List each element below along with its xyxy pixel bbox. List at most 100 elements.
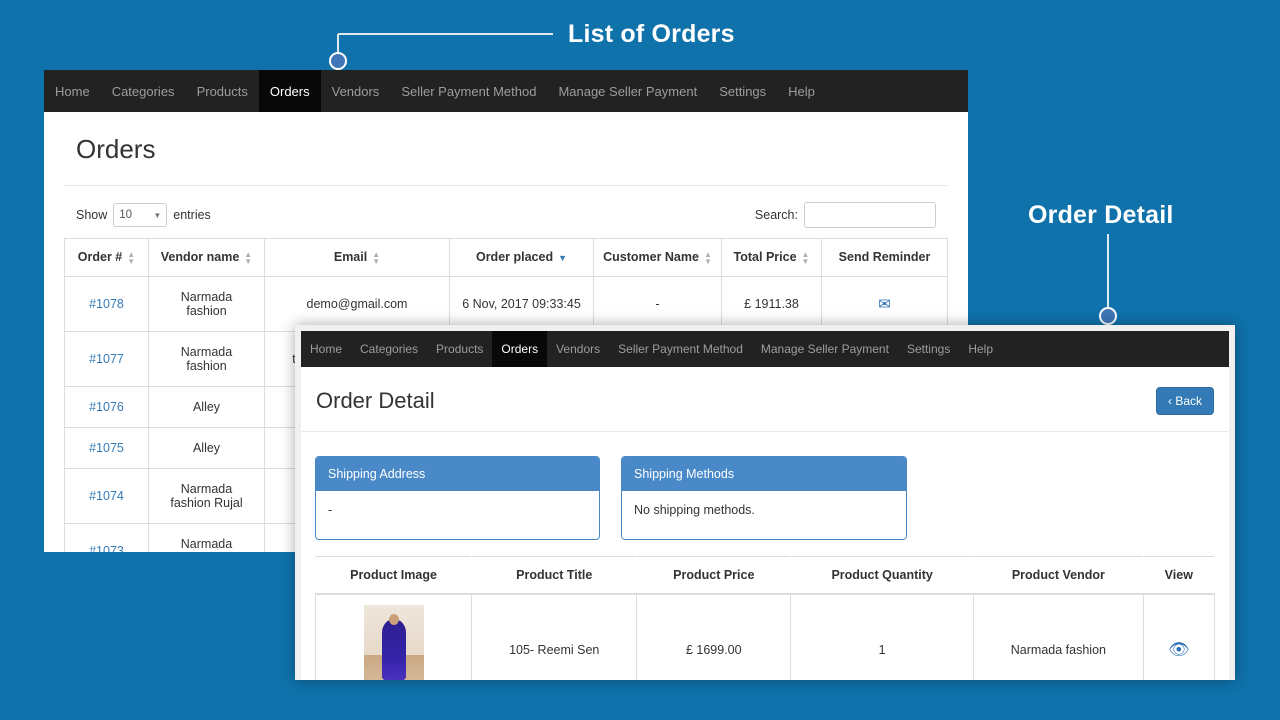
nav-item-settings[interactable]: Settings — [708, 70, 777, 112]
page-title: Orders — [64, 112, 948, 186]
product-col-product-quantity: Product Quantity — [790, 556, 975, 595]
nav-item-settings[interactable]: Settings — [898, 331, 959, 367]
product-col-product-price: Product Price — [636, 556, 792, 595]
eye-icon[interactable]: 👁 — [1168, 640, 1190, 659]
orders-col-total-price[interactable]: Total Price ▲ ▼ — [721, 238, 822, 277]
table-row[interactable]: #1078 Narmada fashion demo@gmail.com 6 Nov,… — [64, 275, 948, 332]
cell-order-placed: 6 Nov, 2017 09:33:45 — [449, 275, 594, 332]
column-label: Email — [333, 250, 368, 264]
nav-item-help[interactable]: Help — [777, 70, 826, 112]
shipping-address-body: - — [316, 491, 599, 533]
nav-item-vendors[interactable]: Vendors — [321, 70, 391, 112]
nav-item-seller-payment-method[interactable]: Seller Payment Method — [609, 331, 752, 367]
orders-col-order-placed[interactable]: Order placed ▼ — [449, 238, 594, 277]
cell-order-number-text: #1076 — [89, 399, 124, 414]
callout-line-orders-horizontal — [338, 33, 553, 35]
cell-email-text: demo@gmail.com — [306, 296, 408, 311]
cell-customer-name: - — [593, 275, 722, 332]
cell-product-image — [314, 593, 473, 680]
sort-arrows-icon: ▲ ▼ — [372, 249, 381, 266]
callout-line-detail-vertical — [1107, 234, 1109, 308]
cell-vendor-name-text: Alley — [192, 440, 221, 455]
cell-product-vendor-text: Narmada fashion — [1010, 642, 1106, 657]
shipping-address-heading: Shipping Address — [316, 457, 599, 491]
back-button[interactable]: ‹ Back — [1155, 387, 1214, 415]
table-controls: Show 10 ▼ entries Search: — [64, 186, 948, 238]
envelope-icon[interactable]: ✉ — [878, 296, 891, 313]
cell-product-quantity-text: 1 — [878, 642, 886, 657]
nav-item-manage-seller-payment[interactable]: Manage Seller Payment — [752, 331, 898, 367]
callout-label-list-of-orders: List of Orders — [568, 20, 735, 48]
cell-vendor-name: Narmada fashion — [148, 522, 265, 552]
column-label: Send Reminder — [838, 250, 931, 265]
cell-view[interactable]: 👁 — [1142, 593, 1216, 680]
orders-table-header-row: Order # ▲ ▼ Vendor name ▲ ▼ Email ▲ ▼ Order place… — [64, 238, 948, 277]
cell-send-reminder[interactable]: ✉ — [821, 275, 948, 332]
product-col-product-title: Product Title — [471, 556, 638, 595]
product-row: 105- Reemi Sen £ 1699.00 1 Narmada fashion 👁 — [314, 593, 1216, 680]
product-table-header-row: Product Image Product Title Product Price P… — [314, 556, 1216, 595]
orders-col-customer-name[interactable]: Customer Name ▲ ▼ — [593, 238, 722, 277]
order-detail-window: Home Categories Products Orders Vendors Selle… — [295, 325, 1235, 680]
nav-item-vendors[interactable]: Vendors — [547, 331, 609, 367]
nav-item-orders[interactable]: Orders — [492, 331, 548, 367]
cell-total-price-text: £ 1911.38 — [744, 296, 799, 311]
nav-item-products[interactable]: Products — [427, 331, 492, 367]
callout-dot-detail — [1099, 307, 1117, 325]
cell-order-number: #1074 — [64, 467, 149, 524]
entries-label: entries — [173, 208, 211, 222]
page-length-select[interactable]: 10 ▼ — [113, 203, 168, 227]
sort-arrows-icon: ▲ ▼ — [127, 249, 136, 266]
chevron-down-icon: ▼ — [153, 210, 162, 220]
nav-item-categories[interactable]: Categories — [101, 70, 186, 112]
column-label: Total Price — [733, 250, 797, 264]
orders-col-send-reminder[interactable]: Send Reminder — [821, 238, 948, 277]
product-table: Product Image Product Title Product Price P… — [314, 556, 1216, 680]
product-table-head: Product Image Product Title Product Price P… — [314, 556, 1216, 595]
cell-order-number: #1078 — [64, 275, 149, 332]
page-length-value: 10 — [119, 209, 133, 221]
cell-vendor-name-text: Narmada fashion — [180, 289, 233, 318]
orders-col-email[interactable]: Email ▲ ▼ — [264, 238, 450, 277]
shipping-methods-heading: Shipping Methods — [622, 457, 906, 491]
cell-vendor-name: Narmada fashion — [148, 330, 265, 387]
main-navbar: Home Categories Products Orders Vendors Selle… — [44, 70, 968, 112]
column-label: Order placed — [475, 250, 554, 265]
nav-item-home[interactable]: Home — [44, 70, 101, 112]
product-col-view: View — [1142, 556, 1216, 595]
shipping-methods-panel: Shipping Methods No shipping methods. — [621, 456, 907, 540]
orders-col-order[interactable]: Order # ▲ ▼ — [64, 238, 149, 277]
cell-order-number: #1077 — [64, 330, 149, 387]
cell-product-title: 105- Reemi Sen — [471, 593, 638, 680]
cell-vendor-name: Alley — [148, 385, 265, 428]
nav-item-manage-seller-payment[interactable]: Manage Seller Payment — [547, 70, 708, 112]
search-input[interactable] — [804, 202, 936, 228]
cell-vendor-name-text: Alley — [192, 399, 221, 414]
product-table-wrapper: Product Image Product Title Product Price P… — [301, 540, 1229, 680]
cell-order-number-text: #1074 — [89, 488, 124, 503]
nav-item-orders[interactable]: Orders — [258, 70, 321, 112]
product-col-product-image: Product Image — [314, 556, 473, 595]
nav-item-categories[interactable]: Categories — [351, 331, 427, 367]
cell-order-number: #1076 — [64, 385, 149, 428]
show-label: Show — [76, 208, 108, 222]
orders-table-head: Order # ▲ ▼ Vendor name ▲ ▼ Email ▲ ▼ Order place… — [64, 238, 948, 277]
nav-item-home[interactable]: Home — [301, 331, 351, 367]
cell-total-price: £ 1911.38 — [721, 275, 822, 332]
cell-order-number-text: #1075 — [89, 440, 124, 455]
sort-arrows-icon: ▲ ▼ — [801, 249, 810, 266]
search-group: Search: — [755, 202, 936, 228]
show-entries-group: Show 10 ▼ entries — [76, 203, 211, 227]
cell-product-vendor: Narmada fashion — [973, 593, 1144, 680]
cell-product-title-text: 105- Reemi Sen — [509, 642, 600, 657]
callout-dot-orders — [329, 52, 347, 70]
nav-item-products[interactable]: Products — [186, 70, 259, 112]
nav-item-help[interactable]: Help — [959, 331, 1002, 367]
nav-item-seller-payment-method[interactable]: Seller Payment Method — [390, 70, 547, 112]
orders-col-vendor-name[interactable]: Vendor name ▲ ▼ — [148, 238, 265, 277]
cell-vendor-name: Narmada fashion Rujal — [148, 467, 265, 524]
cell-vendor-name-text: Narmada fashion — [180, 536, 233, 552]
cell-order-placed-text: 6 Nov, 2017 09:33:45 — [462, 296, 581, 311]
cell-vendor-name: Narmada fashion — [148, 275, 265, 332]
cell-vendor-name-text: Narmada fashion — [180, 344, 233, 373]
